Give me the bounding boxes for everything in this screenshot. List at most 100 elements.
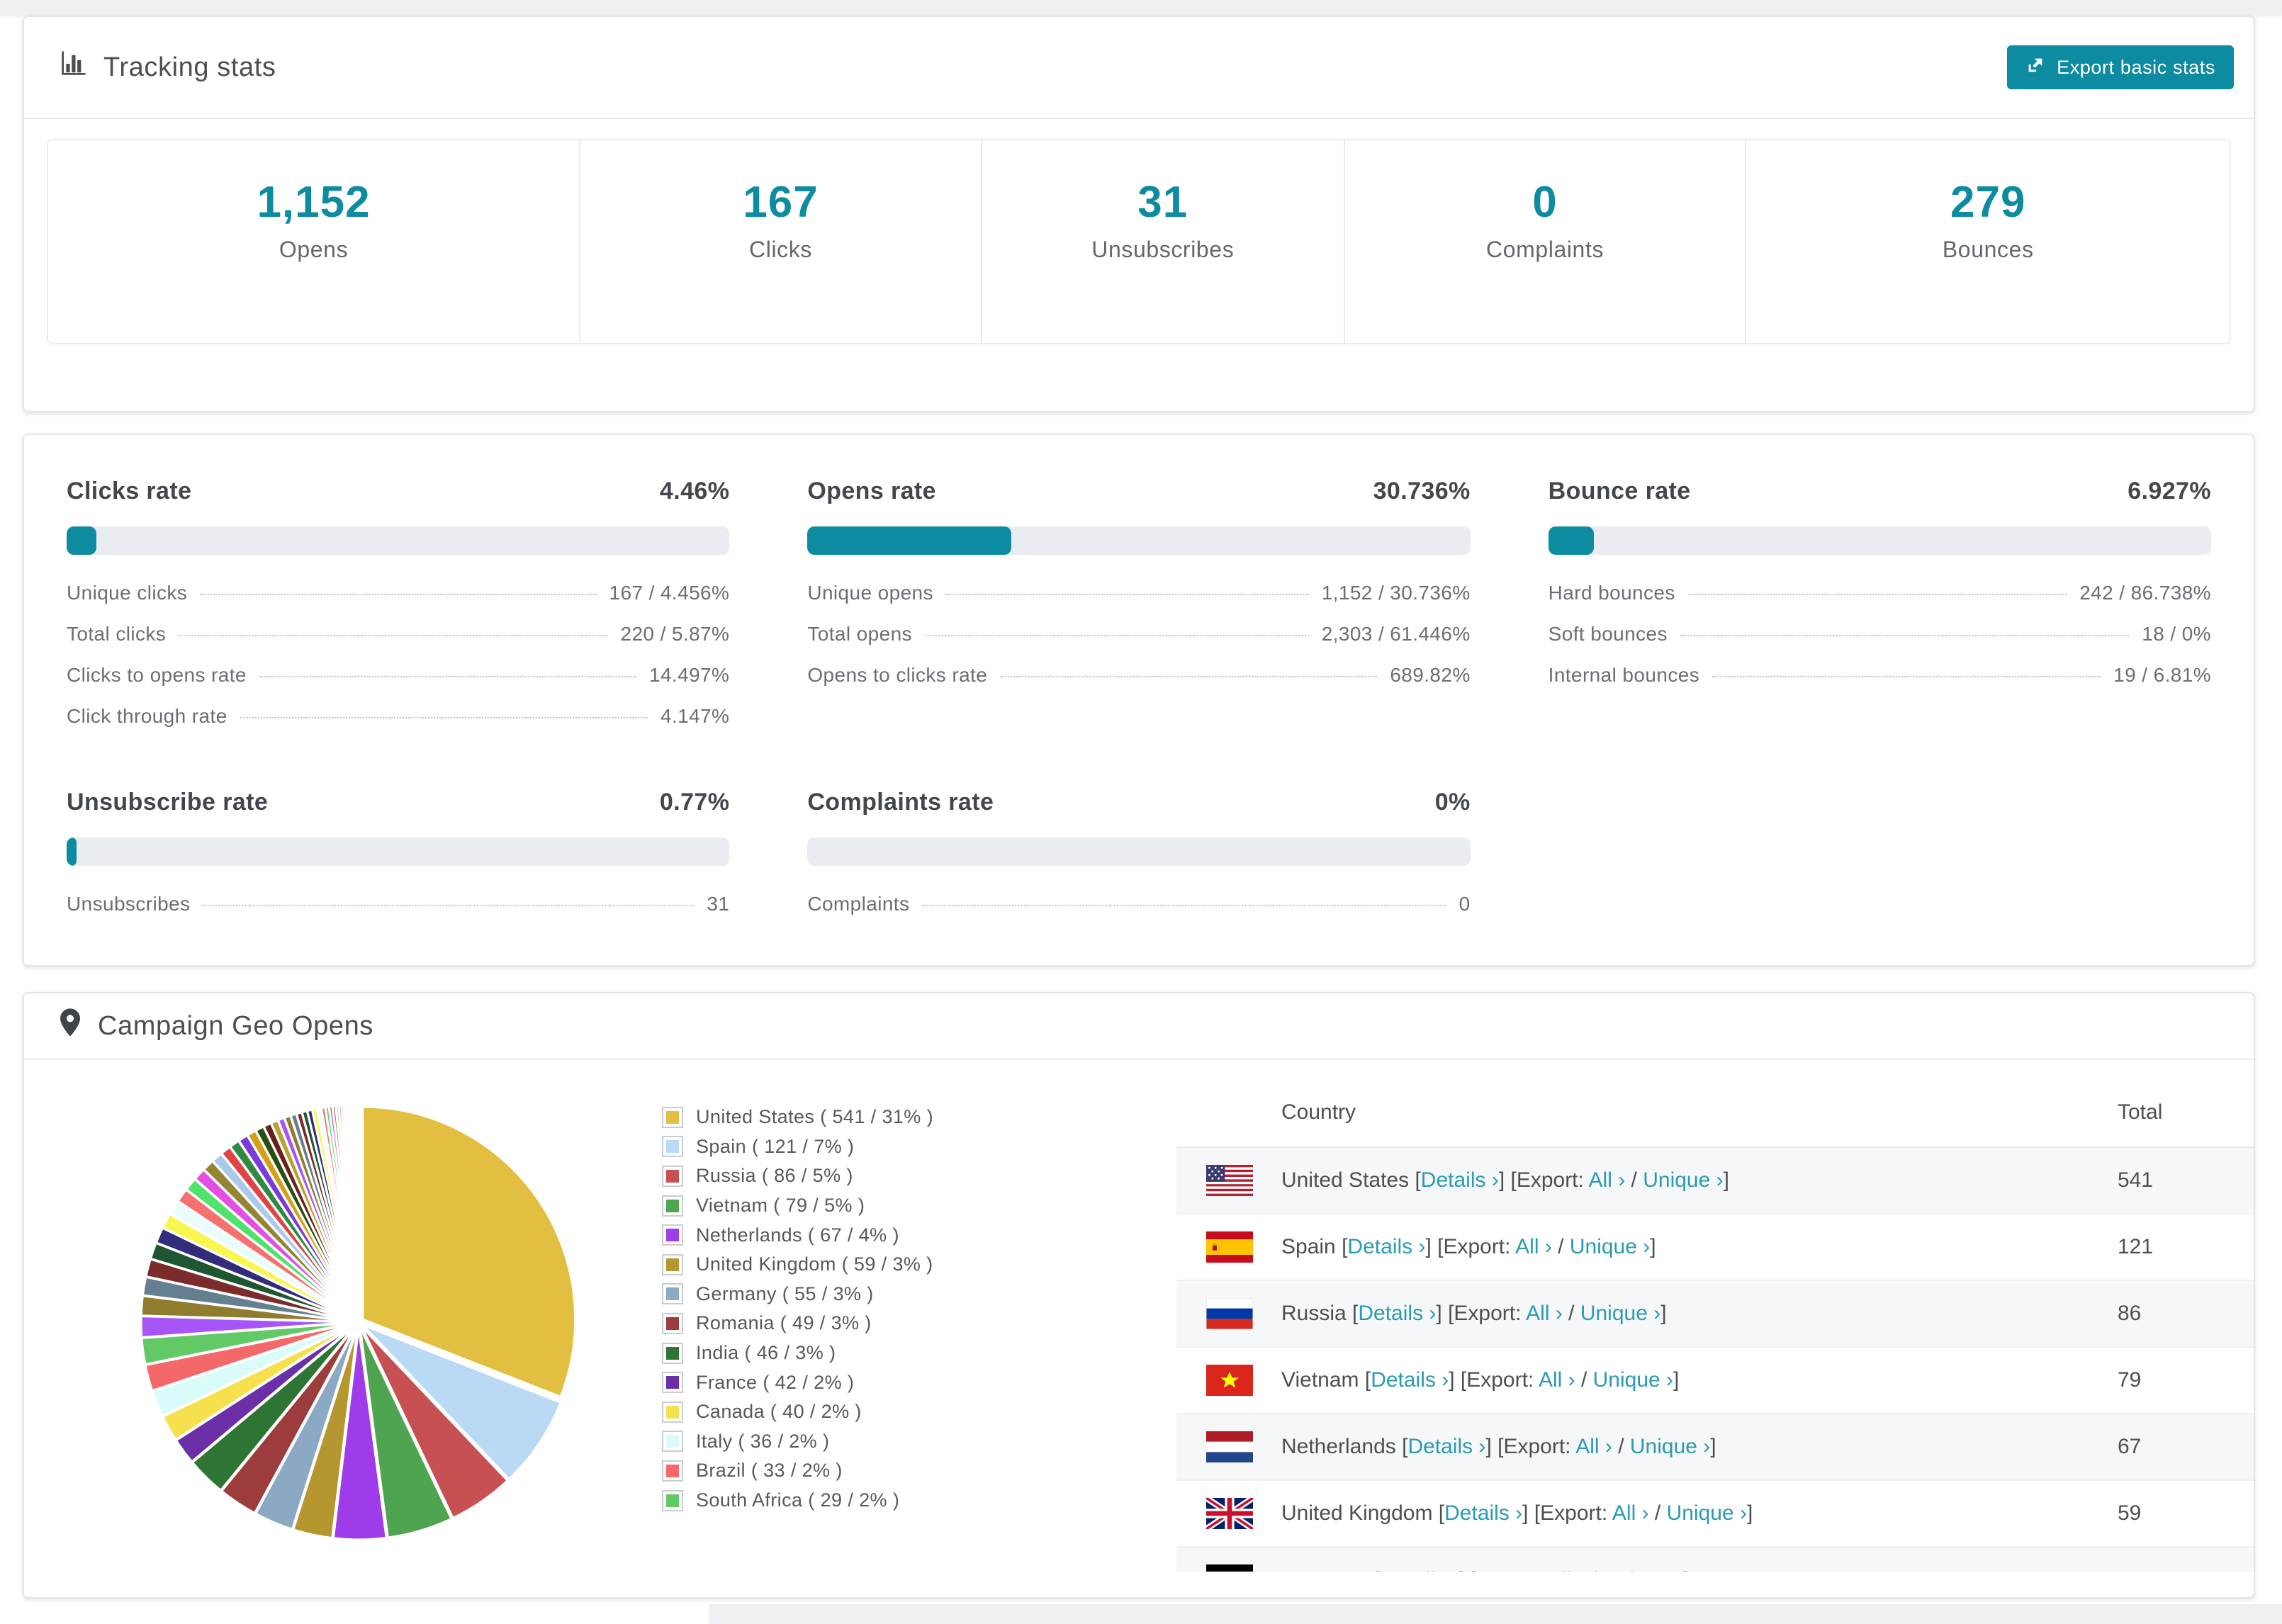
rate-detail-label: Opens to clicks rate [807, 664, 988, 686]
legend-label: Netherlands ( 67 / 4% ) [696, 1224, 899, 1246]
cell-text: / [1612, 1435, 1630, 1458]
tracking-stats-card: Tracking stats Export basic stats 1,152 O… [23, 16, 2255, 412]
export-basic-stats-button[interactable]: Export basic stats [2007, 45, 2234, 89]
legend-item-germany[interactable]: Germany ( 55 / 3% ) [662, 1280, 933, 1309]
rate-detail-label: Complaints [807, 893, 910, 915]
legend-item-south-africa[interactable]: South Africa ( 29 / 2% ) [662, 1486, 933, 1516]
details-link[interactable]: Details › [1444, 1501, 1522, 1525]
cell-text: Netherlands [ [1281, 1435, 1408, 1458]
legend-swatch [662, 1106, 683, 1128]
stat-box-complaints: 0 Complaints [1343, 140, 1746, 343]
legend-item-united-states[interactable]: United States ( 541 / 31% ) [662, 1103, 933, 1132]
export-all-link[interactable]: All › [1515, 1235, 1552, 1258]
total-cell: 79 [2118, 1368, 2142, 1392]
export-all-link[interactable]: All › [1539, 1368, 1575, 1392]
legend-swatch [662, 1195, 683, 1217]
legend-label: United States ( 541 / 31% ) [696, 1106, 933, 1128]
export-unique-link[interactable]: Unique › [1667, 1501, 1747, 1525]
rate-progress-bar [807, 838, 1471, 866]
legend-item-india[interactable]: India ( 46 / 3% ) [662, 1338, 933, 1368]
rate-title: Opens rate [807, 478, 936, 504]
legend-label: Spain ( 121 / 7% ) [696, 1135, 855, 1157]
stat-box-unsubscribes: 31 Unsubscribes [980, 140, 1344, 343]
details-link[interactable]: Details › [1347, 1235, 1425, 1258]
rate-progress-bar [67, 838, 730, 866]
export-unique-link[interactable]: Unique › [1643, 1168, 1723, 1192]
legend-label: Germany ( 55 / 3% ) [696, 1282, 874, 1304]
legend-swatch [662, 1460, 683, 1482]
legend-swatch [662, 1401, 683, 1423]
details-link[interactable]: Details › [1358, 1302, 1436, 1325]
bar-chart-icon [58, 49, 88, 86]
cell-text: ] [1660, 1302, 1667, 1325]
rate-value: 0.77% [659, 789, 730, 816]
column-header-country: Country [1281, 1100, 1356, 1124]
details-link[interactable]: Details › [1421, 1168, 1499, 1192]
rate-detail-label: Total opens [807, 623, 912, 645]
legend-item-france[interactable]: France ( 42 / 2% ) [662, 1368, 933, 1397]
page-bottom-strip [709, 1604, 2282, 1624]
rate-detail-row: Total clicks 220 / 5.87% [67, 623, 729, 664]
rate-detail-value: 31 [707, 893, 730, 915]
leader-dots [1712, 676, 2101, 677]
legend-item-united-kingdom[interactable]: United Kingdom ( 59 / 3% ) [662, 1250, 933, 1280]
rate-title: Bounce rate [1548, 478, 1691, 504]
details-link[interactable]: Details › [1371, 1368, 1449, 1392]
country-cell: Russia [Details ›] [Export: All › / Uniq… [1281, 1302, 2118, 1326]
table-row-netherlands: Netherlands [Details ›] [Export: All › /… [1176, 1414, 2254, 1481]
export-all-link[interactable]: All › [1548, 1568, 1585, 1572]
legend-item-spain[interactable]: Spain ( 121 / 7% ) [662, 1132, 933, 1162]
cell-text: / [1625, 1168, 1643, 1192]
cell-text: United Kingdom [ [1281, 1501, 1445, 1525]
export-unique-link[interactable]: Unique › [1593, 1368, 1673, 1392]
legend-swatch [662, 1283, 683, 1305]
export-all-link[interactable]: All › [1526, 1302, 1563, 1325]
export-all-link[interactable]: All › [1612, 1501, 1649, 1525]
table-row-vietnam: Vietnam [Details ›] [Export: All › / Uni… [1176, 1348, 2254, 1414]
rates-grid: Clicks rate 4.46% Unique clicks 167 / 4.456… [24, 435, 2254, 934]
export-all-link[interactable]: All › [1589, 1168, 1626, 1192]
leader-dots [924, 635, 1309, 636]
stat-label: Complaints [1485, 237, 1604, 262]
legend-item-russia[interactable]: Russia ( 86 / 5% ) [662, 1161, 933, 1191]
rate-detail-value: 14.497% [648, 664, 730, 686]
legend-item-brazil[interactable]: Brazil ( 33 / 2% ) [662, 1456, 933, 1486]
legend-swatch [662, 1224, 683, 1246]
cell-text: ] [Export: [1449, 1368, 1539, 1392]
rate-detail-row: Internal bounces 19 / 6.81% [1548, 664, 2211, 705]
leader-dots [240, 717, 648, 718]
column-header-total: Total [2118, 1100, 2163, 1124]
export-unique-link[interactable]: Unique › [1603, 1568, 1683, 1572]
details-link[interactable]: Details › [1381, 1568, 1458, 1572]
legend-item-netherlands[interactable]: Netherlands ( 67 / 4% ) [662, 1220, 933, 1250]
cell-text: / [1585, 1568, 1602, 1572]
stat-value: 31 [1137, 178, 1188, 227]
cell-text: / [1575, 1368, 1593, 1392]
legend-label: South Africa ( 29 / 2% ) [696, 1489, 900, 1511]
stat-label: Unsubscribes [1091, 237, 1235, 262]
export-unique-link[interactable]: Unique › [1630, 1435, 1710, 1458]
legend-label: France ( 42 / 2% ) [696, 1371, 855, 1393]
legend-item-italy[interactable]: Italy ( 36 / 2% ) [662, 1427, 933, 1457]
legend-item-vietnam[interactable]: Vietnam ( 79 / 5% ) [662, 1191, 933, 1221]
cell-text: ] [1723, 1168, 1729, 1192]
export-all-link[interactable]: All › [1575, 1435, 1612, 1458]
export-unique-link[interactable]: Unique › [1580, 1302, 1660, 1325]
cell-text: Spain [ [1281, 1235, 1348, 1258]
rate-value: 0% [1434, 789, 1471, 816]
details-link[interactable]: Details › [1407, 1435, 1485, 1458]
stat-box-bounces: 279 Bounces [1745, 140, 2230, 343]
rate-detail-row: Opens to clicks rate 689.82% [807, 664, 1470, 705]
legend-item-romania[interactable]: Romania ( 49 / 3% ) [662, 1309, 933, 1338]
rate-detail-row: Clicks to opens rate 14.497% [67, 664, 729, 705]
legend-item-canada[interactable]: Canada ( 40 / 2% ) [662, 1397, 933, 1427]
legend-swatch [662, 1372, 683, 1394]
rate-detail-row: Unique opens 1,152 / 30.736% [807, 582, 1470, 623]
rate-detail-value: 1,152 / 30.736% [1321, 582, 1471, 604]
rate-detail-label: Unique opens [807, 582, 933, 604]
cell-text: ] [Export: [1522, 1501, 1612, 1525]
export-unique-link[interactable]: Unique › [1570, 1235, 1650, 1258]
tracking-card-header: Tracking stats Export basic stats [24, 17, 2254, 119]
rate-value: 6.927% [2128, 478, 2211, 504]
flag-icon-nl [1206, 1431, 1253, 1462]
